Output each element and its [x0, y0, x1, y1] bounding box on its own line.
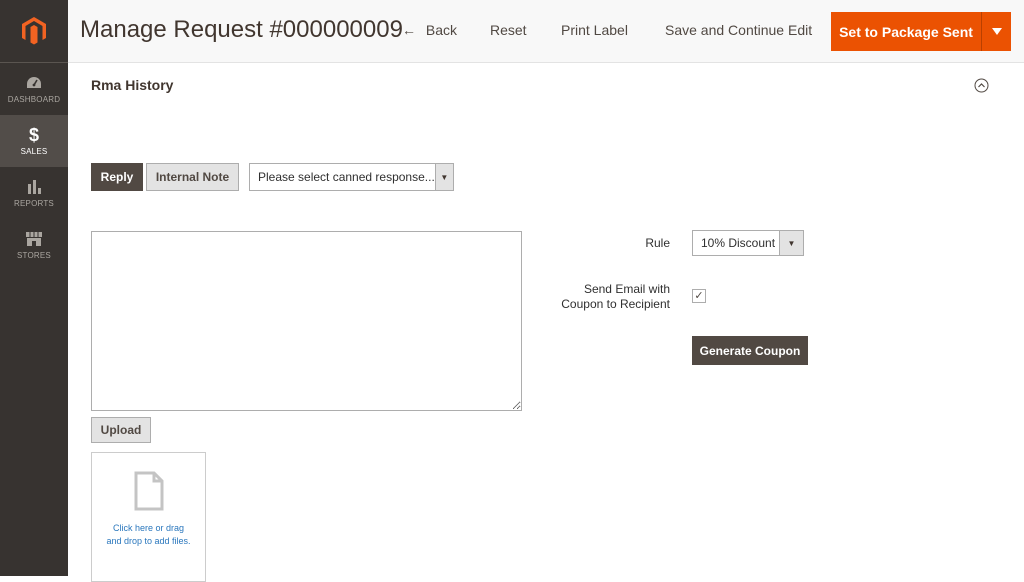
reply-message-textarea[interactable]	[91, 231, 522, 411]
sidebar-item-label: REPORTS	[14, 199, 54, 208]
rule-select[interactable]: 10% Discount ▼	[692, 230, 804, 256]
back-button-label: Back	[425, 22, 458, 38]
print-label-button[interactable]: Print Label	[561, 22, 628, 38]
send-email-label: Send Email with Coupon to Recipient	[561, 282, 670, 311]
bar-chart-icon	[26, 178, 42, 196]
store-icon	[25, 230, 43, 248]
sidebar-item-reports[interactable]: REPORTS	[0, 167, 68, 219]
rule-select-value: 10% Discount	[701, 236, 776, 250]
dropzone-text: Click here or drag and drop to add files…	[106, 523, 191, 546]
sidebar-item-sales[interactable]: $ SALES	[0, 115, 68, 167]
admin-sidebar: DASHBOARD $ SALES REPORTS STORES	[0, 0, 68, 576]
select-arrow-icon: ▼	[779, 231, 803, 255]
section-title: Rma History	[91, 77, 174, 93]
checkmark-icon: ✓	[694, 289, 704, 302]
page-header: Manage Request #000000009 ← Back Reset P…	[68, 0, 1024, 63]
tab-internal-note[interactable]: Internal Note	[146, 163, 239, 191]
upload-button[interactable]: Upload	[91, 417, 151, 443]
tab-reply[interactable]: Reply	[91, 163, 143, 191]
primary-dropdown-toggle[interactable]	[981, 12, 1011, 51]
page-title: Manage Request #000000009	[80, 16, 403, 43]
back-button[interactable]: ← Back	[402, 22, 457, 38]
magento-logo-icon	[22, 17, 46, 45]
reset-button[interactable]: Reset	[490, 22, 527, 38]
caret-down-icon	[991, 28, 1002, 35]
save-and-continue-button[interactable]: Save and Continue Edit	[665, 22, 812, 38]
svg-text:$: $	[29, 125, 39, 145]
set-package-sent-button[interactable]: Set to Package Sent	[831, 12, 981, 51]
set-package-sent-split-button: Set to Package Sent	[831, 12, 1011, 51]
generate-coupon-button[interactable]: Generate Coupon	[692, 336, 808, 365]
dollar-icon: $	[27, 125, 41, 145]
file-dropzone[interactable]: Click here or drag and drop to add files…	[91, 452, 206, 582]
file-icon	[134, 471, 164, 511]
canned-response-select[interactable]: Please select canned response... ▼	[249, 163, 454, 191]
collapse-chevron-icon[interactable]	[974, 78, 989, 93]
send-email-checkbox[interactable]: ✓	[692, 289, 706, 303]
sidebar-item-label: SALES	[20, 147, 48, 156]
sidebar-item-label: DASHBOARD	[7, 95, 61, 104]
sidebar-item-stores[interactable]: STORES	[0, 219, 68, 271]
rule-label: Rule	[645, 236, 670, 250]
magento-logo[interactable]	[0, 0, 68, 62]
sidebar-item-dashboard[interactable]: DASHBOARD	[0, 63, 68, 115]
arrow-left-icon: ←	[402, 22, 416, 38]
sidebar-item-label: STORES	[17, 251, 51, 260]
canned-response-value: Please select canned response...	[258, 170, 435, 184]
speedometer-icon	[26, 74, 42, 92]
select-arrow-icon: ▼	[434, 164, 453, 190]
